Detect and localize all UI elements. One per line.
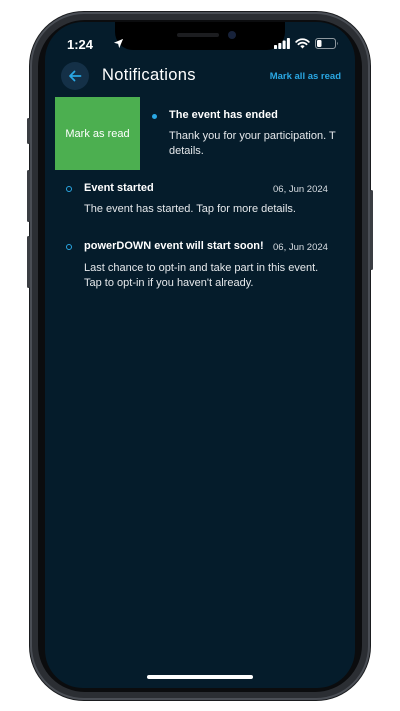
read-dot — [66, 186, 72, 192]
phone-power-button — [370, 190, 373, 270]
notch — [115, 22, 285, 50]
home-indicator[interactable] — [147, 675, 253, 679]
phone-volume-down — [27, 236, 30, 288]
notification-date: 06, Jun 2024 — [273, 184, 328, 195]
status-time: 1:24 — [67, 37, 94, 52]
notification-title: Event started — [84, 182, 154, 194]
location-arrow-icon — [113, 38, 124, 49]
page-title: Notifications — [102, 66, 196, 84]
phone-volume-up — [27, 170, 30, 222]
back-button[interactable] — [61, 62, 89, 90]
app-screen: 1:24 Notifications Mark all as read Mark… — [45, 22, 355, 688]
signal-icon — [274, 38, 290, 49]
battery-icon — [315, 38, 338, 49]
speaker — [177, 33, 219, 37]
unread-dot — [152, 114, 157, 119]
app-header: Notifications Mark all as read — [45, 59, 355, 95]
status-icons — [274, 38, 339, 49]
notification-body: Thank you for your participation. T deta… — [169, 130, 336, 157]
notification-title: powerDOWN event will start soon! — [84, 240, 264, 252]
mark-all-as-read-button[interactable]: Mark all as read — [270, 71, 341, 82]
wifi-icon — [295, 38, 310, 49]
notification-date: 06, Jun 2024 — [273, 242, 328, 253]
phone-mute-switch — [27, 118, 30, 144]
notification-body: Last chance to opt-in and take part in t… — [84, 262, 319, 289]
notification-item[interactable]: powerDOWN event will start soon! 06, Jun… — [45, 237, 355, 297]
arrow-left-icon — [69, 70, 82, 82]
camera — [228, 31, 236, 39]
notification-item[interactable]: Event started 06, Jun 2024 The event has… — [45, 179, 355, 223]
notification-item[interactable]: The event has ended Thank you for your p… — [45, 102, 355, 162]
notification-title: The event has ended — [169, 109, 278, 121]
notification-body: The event has started. Tap for more deta… — [84, 203, 296, 215]
read-dot — [66, 244, 72, 250]
